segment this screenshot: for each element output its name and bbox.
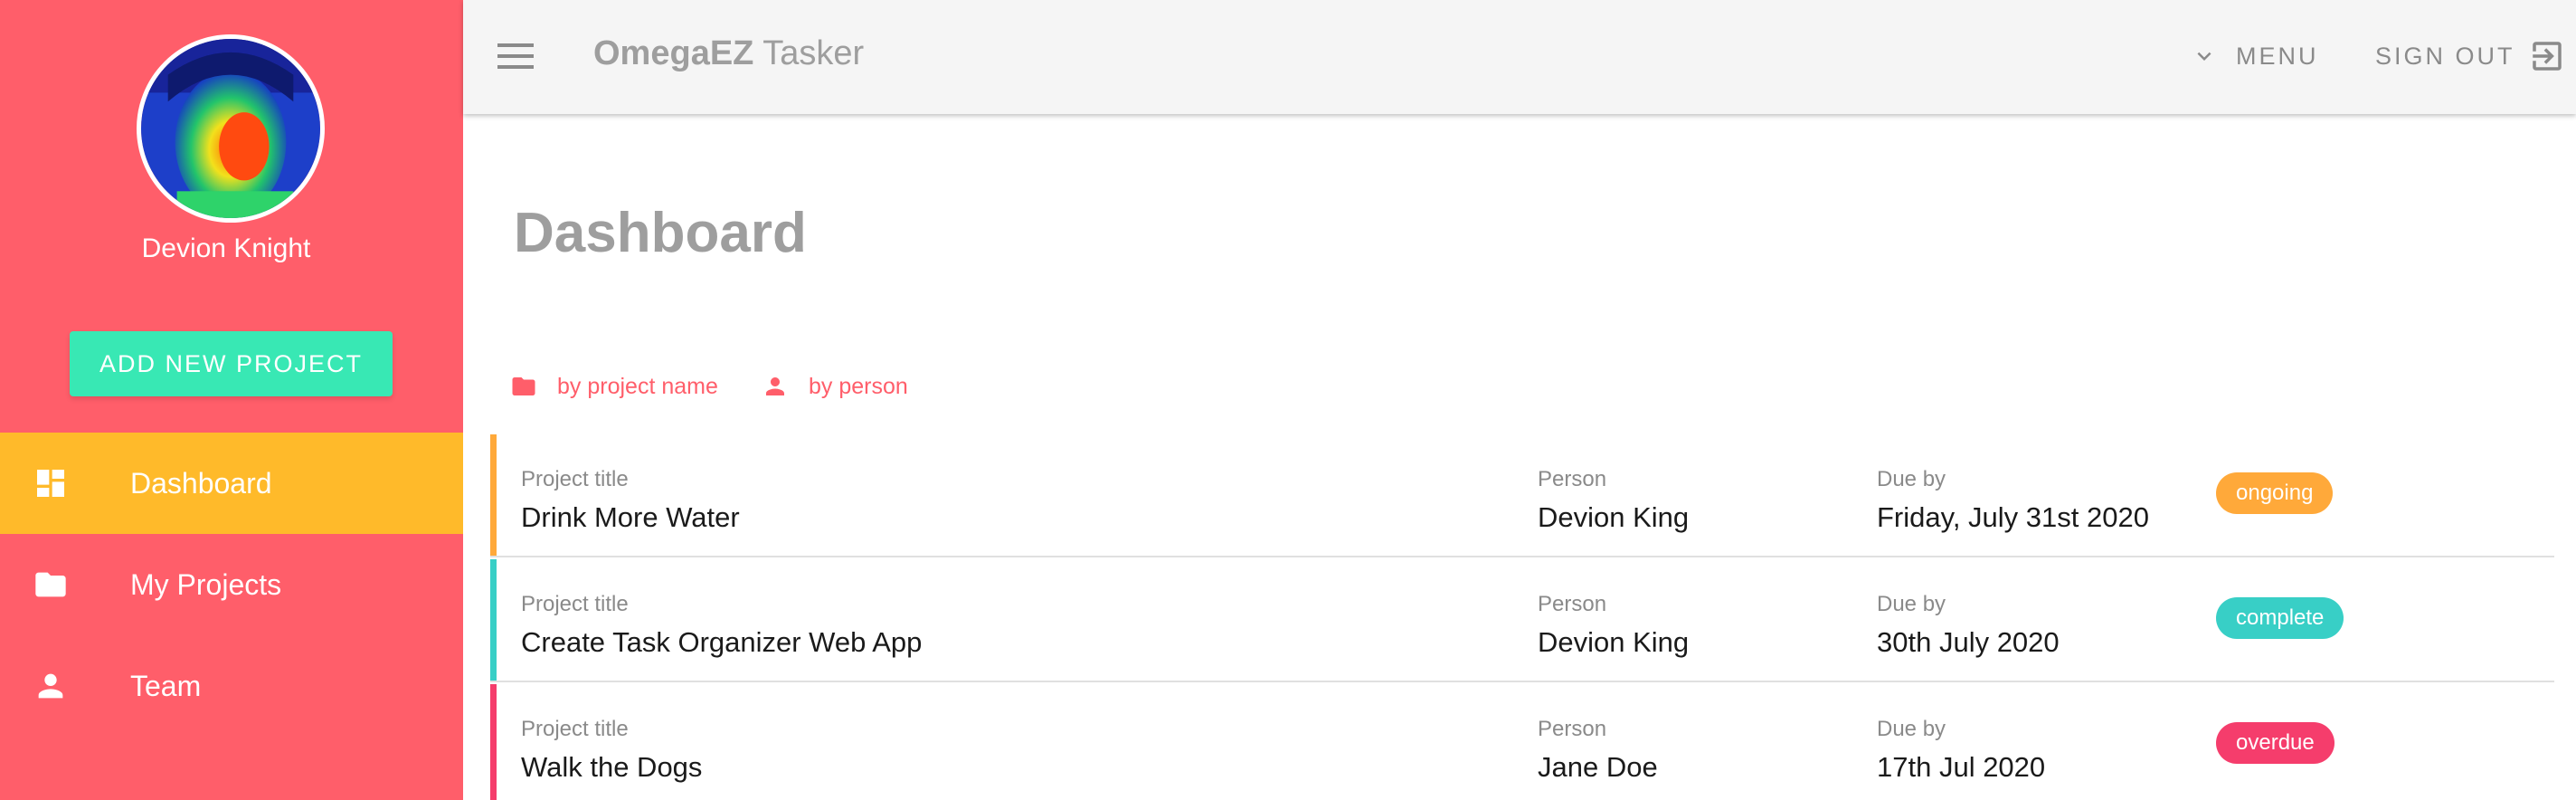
project-title: Walk the Dogs <box>521 751 703 783</box>
sidebar-item-label: Team <box>130 669 202 702</box>
due-date: 30th July 2020 <box>1877 626 2060 658</box>
sort-by-project-link[interactable]: by project name <box>510 371 718 402</box>
project-title-label: Project title <box>521 467 629 491</box>
status-badge: complete <box>2216 597 2344 639</box>
top-app-bar: OmegaEZ Tasker MENU SIGN OUT <box>463 0 2576 114</box>
sort-by-person-link[interactable]: by person <box>762 371 908 402</box>
status-badge: overdue <box>2216 722 2334 764</box>
sidebar: Devion Knight ADD NEW PROJECT Dashboard … <box>0 0 463 800</box>
avatar-image <box>141 39 320 218</box>
profile-name: Devion Knight <box>141 233 311 263</box>
sign-out-label: SIGN OUT <box>2375 42 2515 70</box>
due-date: Friday, July 31st 2020 <box>1877 501 2149 533</box>
app-title-brand: OmegaEZ <box>593 34 754 72</box>
project-title-label: Project title <box>521 717 629 741</box>
project-title: Drink More Water <box>521 501 740 533</box>
sidebar-item-label: My Projects <box>130 567 282 601</box>
due-date: 17th Jul 2020 <box>1877 751 2046 783</box>
project-row[interactable]: Project title Create Task Organizer Web … <box>490 559 2554 682</box>
status-badge: ongoing <box>2216 472 2334 514</box>
page-title: Dashboard <box>514 202 807 264</box>
due-label: Due by <box>1877 592 1946 616</box>
app-title-suffix: Tasker <box>753 34 865 72</box>
person-icon <box>38 673 63 699</box>
folder-icon <box>512 377 535 395</box>
app-root: Devion Knight ADD NEW PROJECT Dashboard … <box>0 0 2576 800</box>
sidebar-item-team[interactable]: Team <box>0 635 463 737</box>
status-bar <box>490 684 497 800</box>
due-label: Due by <box>1877 467 1946 491</box>
avatar[interactable] <box>137 34 325 223</box>
project-row[interactable]: Project title Walk the Dogs Person Jane … <box>490 684 2554 800</box>
person-label: Person <box>1538 717 1607 741</box>
project-row[interactable]: Project title Drink More Water Person De… <box>490 434 2554 557</box>
person-label: Person <box>1538 592 1607 616</box>
hamburger-menu-icon[interactable] <box>497 42 534 71</box>
menu-button[interactable]: MENU <box>2191 38 2319 74</box>
chevron-down-icon <box>2197 52 2211 61</box>
add-new-project-button[interactable]: ADD NEW PROJECT <box>70 331 393 396</box>
dashboard-icon <box>37 470 64 497</box>
sort-by-person-label: by person <box>809 373 908 399</box>
status-bar <box>490 434 497 556</box>
sort-by-project-label: by project name <box>557 373 718 399</box>
sidebar-item-my-projects[interactable]: My Projects <box>0 534 463 635</box>
project-title-label: Project title <box>521 592 629 616</box>
person-label: Person <box>1538 467 1607 491</box>
project-title: Create Task Organizer Web App <box>521 626 923 658</box>
status-bar <box>490 559 497 681</box>
person-name: Devion King <box>1538 626 1690 658</box>
folder-icon <box>35 572 66 597</box>
person-name: Devion King <box>1538 501 1690 533</box>
sidebar-item-dashboard[interactable]: Dashboard <box>0 433 463 534</box>
due-label: Due by <box>1877 717 1946 741</box>
person-icon <box>766 377 784 395</box>
sign-out-button[interactable]: SIGN OUT <box>2375 36 2566 76</box>
person-name: Jane Doe <box>1538 751 1658 783</box>
app-title: OmegaEZ Tasker <box>593 34 864 73</box>
sidebar-item-label: Dashboard <box>130 466 272 500</box>
menu-label: MENU <box>2236 42 2319 70</box>
exit-icon <box>2532 42 2562 71</box>
